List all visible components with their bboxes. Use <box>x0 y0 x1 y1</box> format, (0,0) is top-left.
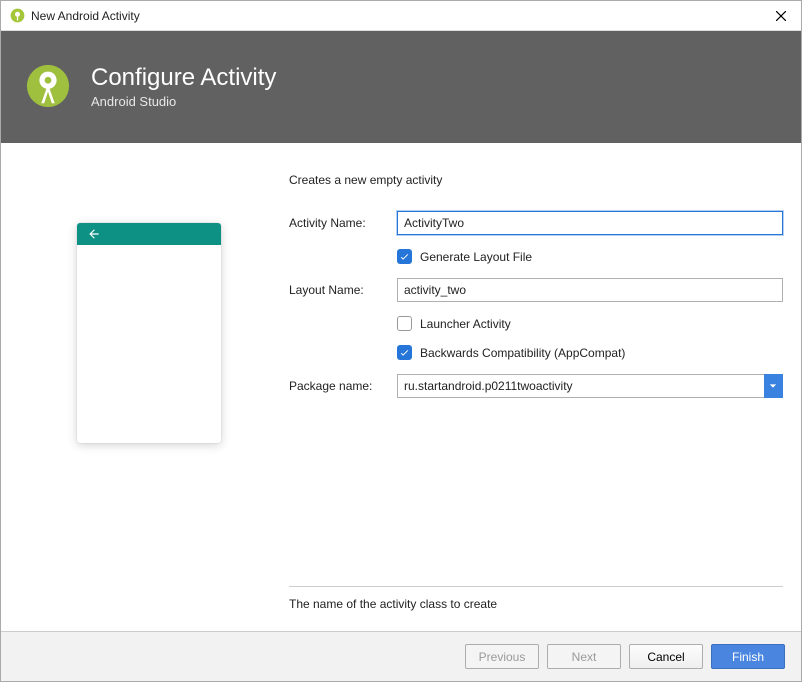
back-arrow-icon <box>87 227 101 241</box>
backcompat-label: Backwards Compatibility (AppCompat) <box>420 346 625 360</box>
page-subtitle: Android Studio <box>91 94 276 109</box>
package-name-dropdown-button[interactable] <box>764 374 783 398</box>
check-icon <box>399 251 410 262</box>
launcher-label: Launcher Activity <box>420 317 511 331</box>
titlebar: New Android Activity <box>1 1 801 31</box>
hint-separator <box>289 586 783 587</box>
launcher-row: Launcher Activity <box>289 316 783 331</box>
preview-column <box>19 173 279 621</box>
close-button[interactable] <box>761 1 801 31</box>
activity-name-input[interactable] <box>397 211 783 235</box>
android-studio-icon <box>9 8 25 24</box>
footer: Previous Next Cancel Finish <box>1 631 801 681</box>
layout-name-input[interactable] <box>397 278 783 302</box>
phone-preview-topbar <box>77 223 221 245</box>
cancel-button[interactable]: Cancel <box>629 644 703 669</box>
backcompat-checkbox[interactable] <box>397 345 412 360</box>
chevron-down-icon <box>769 382 777 390</box>
generate-layout-row: Generate Layout File <box>289 249 783 264</box>
page-title: Configure Activity <box>91 64 276 92</box>
launcher-checkbox[interactable] <box>397 316 412 331</box>
check-icon <box>399 347 410 358</box>
activity-name-label: Activity Name: <box>289 216 397 230</box>
android-studio-logo <box>25 63 71 109</box>
layout-name-row: Layout Name: <box>289 278 783 302</box>
window-title: New Android Activity <box>31 9 761 23</box>
form-column: Creates a new empty activity Activity Na… <box>289 173 783 621</box>
backcompat-row: Backwards Compatibility (AppCompat) <box>289 345 783 360</box>
package-name-row: Package name: <box>289 374 783 398</box>
activity-name-row: Activity Name: <box>289 211 783 235</box>
package-name-combo[interactable] <box>397 374 764 398</box>
form-description: Creates a new empty activity <box>289 173 783 187</box>
header-banner: Configure Activity Android Studio <box>1 31 801 143</box>
package-name-label: Package name: <box>289 379 397 393</box>
generate-layout-label: Generate Layout File <box>420 250 532 264</box>
finish-button[interactable]: Finish <box>711 644 785 669</box>
layout-name-label: Layout Name: <box>289 283 397 297</box>
hint-text: The name of the activity class to create <box>289 597 783 621</box>
content-area: Creates a new empty activity Activity Na… <box>1 143 801 631</box>
previous-button[interactable]: Previous <box>465 644 539 669</box>
phone-preview <box>77 223 221 443</box>
close-icon <box>776 11 786 21</box>
next-button[interactable]: Next <box>547 644 621 669</box>
generate-layout-checkbox[interactable] <box>397 249 412 264</box>
